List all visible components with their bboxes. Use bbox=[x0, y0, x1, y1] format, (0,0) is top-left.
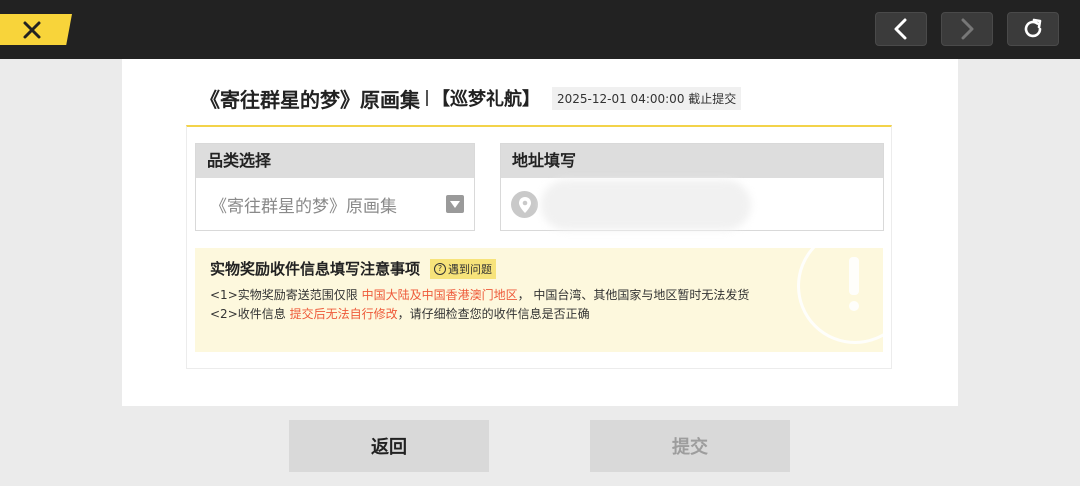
question-icon: ? bbox=[434, 262, 447, 275]
rule-2-highlight: 提交后无法自行修改 bbox=[289, 307, 398, 321]
close-icon bbox=[23, 21, 41, 38]
notice-box: 实物奖励收件信息填写注意事项 ? 遇到问题 <1>实物奖励寄送范围仅限 中国大陆… bbox=[195, 248, 883, 352]
rule-1-prefix: <1>实物奖励寄送范围仅限 bbox=[210, 288, 362, 302]
help-label: 遇到问题 bbox=[448, 262, 493, 276]
help-button[interactable]: ? 遇到问题 bbox=[430, 258, 497, 279]
redacted-address bbox=[541, 180, 751, 230]
category-label: 品类选择 bbox=[196, 144, 474, 178]
address-field: 地址填写 bbox=[500, 143, 884, 231]
category-select[interactable]: 《寄往群星的梦》原画集 bbox=[196, 178, 474, 230]
category-selected-value: 《寄往群星的梦》原画集 bbox=[210, 197, 397, 217]
refresh-button[interactable] bbox=[1007, 12, 1059, 46]
warning-watermark-icon bbox=[797, 248, 883, 344]
rule-2-suffix: ，请仔细检查您的收件信息是否正确 bbox=[397, 307, 590, 321]
header-row: 《寄往群星的梦》原画集 【巡梦礼航】 2025-12-01 04:00:00 截… bbox=[200, 85, 742, 112]
rule-2-prefix: <2>收件信息 bbox=[210, 307, 290, 321]
top-bar bbox=[0, 0, 1080, 59]
rule-1-highlight: 中国大陆及中国香港澳门地区 bbox=[361, 288, 518, 302]
back-arrow-icon bbox=[894, 18, 907, 40]
category-field: 品类选择 《寄往群星的梦》原画集 bbox=[195, 143, 475, 231]
address-input[interactable] bbox=[501, 178, 883, 230]
refresh-icon bbox=[1024, 18, 1042, 38]
address-label: 地址填写 bbox=[501, 144, 883, 178]
rule-2: <2>收件信息 提交后无法自行修改，请仔细检查您的收件信息是否正确 bbox=[210, 305, 590, 322]
close-button[interactable] bbox=[0, 14, 72, 45]
location-pin-icon bbox=[511, 191, 538, 218]
dropdown-arrow-icon[interactable] bbox=[446, 195, 464, 213]
back-nav-button[interactable] bbox=[875, 12, 927, 46]
page-title: 《寄往群星的梦》原画集 bbox=[200, 87, 420, 112]
form-card: 品类选择 《寄往群星的梦》原画集 地址填写 实物奖励收件信息填写注意事项 ? 遇… bbox=[186, 125, 892, 369]
forward-arrow-icon bbox=[961, 18, 974, 40]
rule-1-suffix: ， 中国台湾、其他国家与地区暂时无法发货 bbox=[517, 288, 750, 302]
page-subtitle: 【巡梦礼航】 bbox=[432, 89, 540, 110]
submit-button[interactable]: 提交 bbox=[590, 420, 790, 472]
back-button[interactable]: 返回 bbox=[289, 420, 489, 472]
deadline-badge: 2025-12-01 04:00:00 截止提交 bbox=[552, 86, 742, 110]
title-divider bbox=[426, 90, 428, 106]
notice-title: 实物奖励收件信息填写注意事项 bbox=[210, 260, 421, 278]
rule-1: <1>实物奖励寄送范围仅限 中国大陆及中国香港澳门地区， 中国台湾、其他国家与地… bbox=[210, 286, 749, 303]
forward-nav-button[interactable] bbox=[941, 12, 993, 46]
main-panel: 《寄往群星的梦》原画集 【巡梦礼航】 2025-12-01 04:00:00 截… bbox=[122, 59, 958, 406]
